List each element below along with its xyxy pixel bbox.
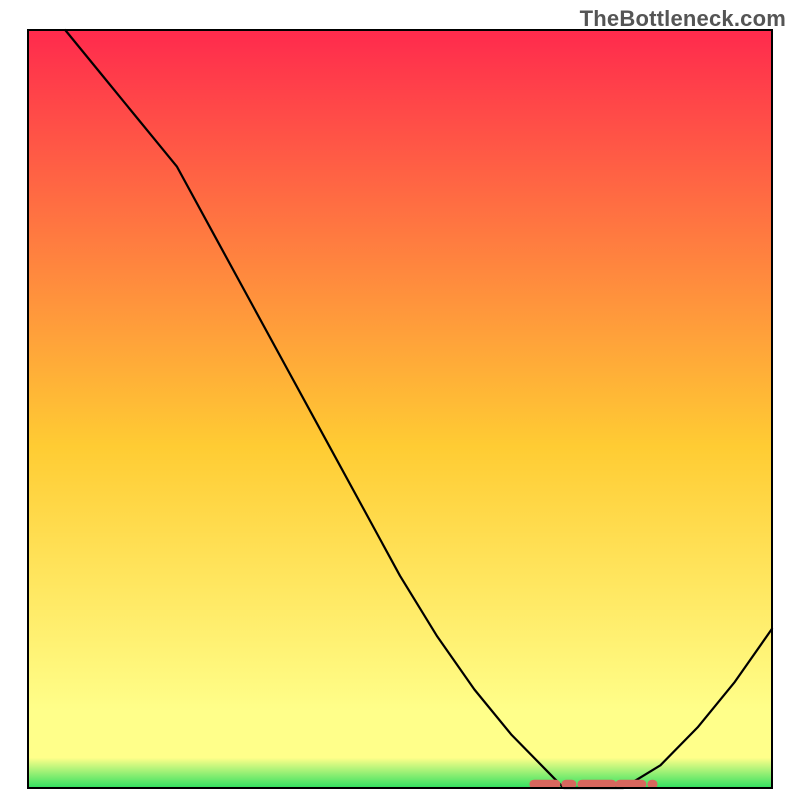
bottleneck-chart	[0, 0, 800, 800]
chart-container: TheBottleneck.com	[0, 0, 800, 800]
